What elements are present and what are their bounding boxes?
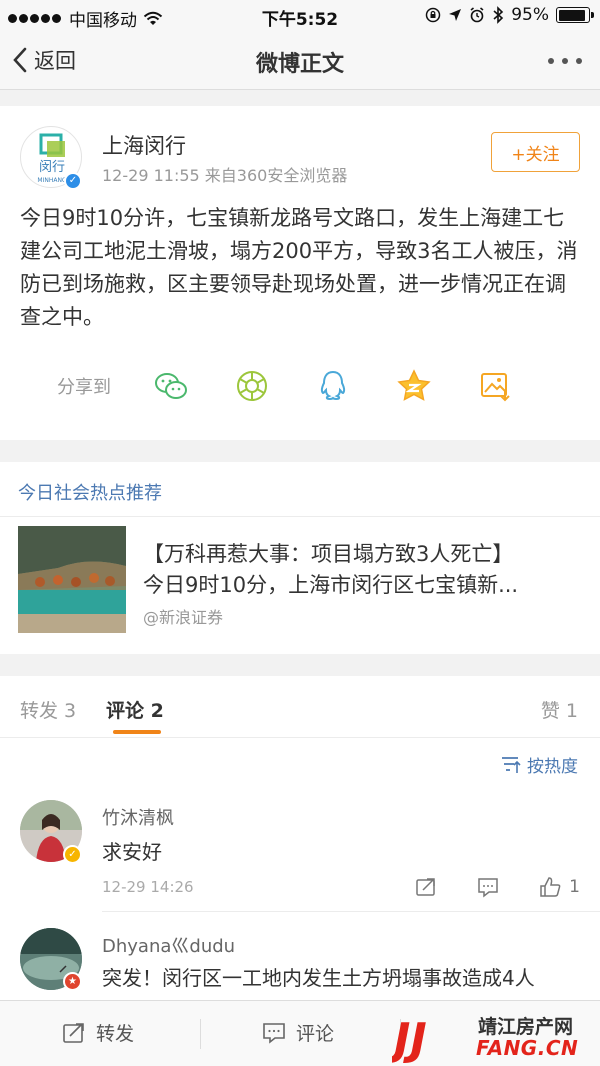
sort-button[interactable]: 按热度 [500, 752, 578, 777]
commenter-name[interactable]: 竹沐清枫 [102, 804, 174, 830]
jj-logo-icon: JJ [392, 1014, 427, 1064]
comment-icon [263, 1022, 285, 1044]
battery-icon [556, 7, 594, 23]
verified-badge-icon: ✓ [63, 845, 82, 864]
share-row: 分享到 [57, 368, 558, 404]
more-icon[interactable] [548, 58, 582, 64]
comment-icon[interactable] [477, 876, 499, 898]
news-snippet[interactable]: 今日9时10分，上海市闵行区七宝镇新... [143, 569, 518, 599]
location-icon [449, 9, 462, 21]
orientation-lock-icon [425, 7, 441, 23]
member-badge-icon: ★ [63, 972, 82, 991]
divider [0, 516, 600, 517]
post-text: 今日9时10分许，七宝镇新龙路号文路口，发生上海建工七建公司工地泥土滑坡，塌方2… [20, 206, 578, 329]
page-title: 微博正文 [255, 52, 344, 77]
post-card: 闵行 MINHANG ✓ 上海闵行 12-29 11:55 来自360安全浏览器… [0, 106, 600, 440]
comment-button[interactable]: 评论 [262, 1019, 334, 1046]
hot-recommendation: 今日社会热点推荐 【万科再惹大事：项目塌方致3人死亡】 今日9时10分，上海市闵… [0, 462, 600, 654]
share-label: 分享到 [57, 377, 111, 398]
svg-text:JJ: JJ [392, 1014, 427, 1064]
interaction-tabs: 转发 3 评论 2 赞 1 [0, 676, 600, 738]
repost-icon [63, 1022, 84, 1043]
tab-comment[interactable]: 评论 2 [106, 696, 164, 723]
repost-label: 转发 [96, 1023, 135, 1045]
comment-list: 按热度 ✓ 竹沐清枫 求安好 12-29 14:26 1 ★ Dhyana巛du… [0, 738, 600, 1000]
thumbs-up-icon [540, 877, 561, 897]
save-image-icon[interactable] [477, 368, 513, 404]
comment-divider [102, 911, 600, 912]
status-right: 95% [425, 5, 594, 25]
watermark-site-name: 靖江房产网 [478, 1016, 574, 1038]
comment-label: 评论 [296, 1023, 335, 1045]
hot-heading: 今日社会热点推荐 [18, 483, 162, 504]
bluetooth-icon [493, 6, 504, 24]
active-tab-indicator [113, 730, 161, 734]
like-count: 1 [569, 877, 580, 897]
sort-icon [502, 756, 521, 773]
watermark-url: FANG.CN [476, 1036, 579, 1060]
divider [200, 1019, 201, 1049]
avatar-text: 闵行 [39, 160, 65, 175]
follow-button[interactable]: +关注 [491, 132, 580, 172]
avatar-subtext: MINHANG [37, 177, 67, 184]
repost-button[interactable]: 转发 [62, 1019, 134, 1046]
qq-icon[interactable] [315, 368, 351, 404]
like-button[interactable]: 1 [539, 876, 580, 898]
verified-badge-icon: ✓ [64, 172, 82, 190]
post-meta: 12-29 11:55 来自360安全浏览器 [102, 166, 348, 185]
sort-label: 按热度 [527, 757, 578, 777]
commenter-name[interactable]: Dhyana巛dudu [102, 932, 235, 958]
status-bar: 中国移动 下午5:52 95% [0, 0, 600, 32]
comment-time: 12-29 14:26 [102, 878, 194, 896]
nav-bar: 返回 微博正文 [0, 32, 600, 90]
tab-like[interactable]: 赞 1 [541, 696, 578, 723]
news-source[interactable]: @新浪证券 [143, 604, 223, 628]
tab-repost[interactable]: 转发 3 [20, 696, 76, 723]
news-title[interactable]: 【万科再惹大事：项目塌方致3人死亡】 [143, 538, 513, 568]
qzone-icon[interactable] [396, 368, 432, 404]
site-watermark: JJ 靖江房产网 FANG.CN [392, 1010, 600, 1066]
alarm-icon [470, 7, 484, 23]
comment-actions: 1 [415, 876, 580, 898]
battery-percent: 95% [511, 5, 549, 25]
moments-icon[interactable] [234, 368, 270, 404]
comment-text: 突发！闵行区一工地内发生土方坍塌事故造成4人 [102, 966, 535, 990]
comment-text: 求安好 [102, 840, 162, 864]
repost-icon[interactable] [415, 876, 437, 898]
news-thumbnail[interactable] [18, 526, 126, 633]
wechat-icon[interactable] [153, 368, 189, 404]
author-name[interactable]: 上海闵行 [102, 130, 186, 160]
